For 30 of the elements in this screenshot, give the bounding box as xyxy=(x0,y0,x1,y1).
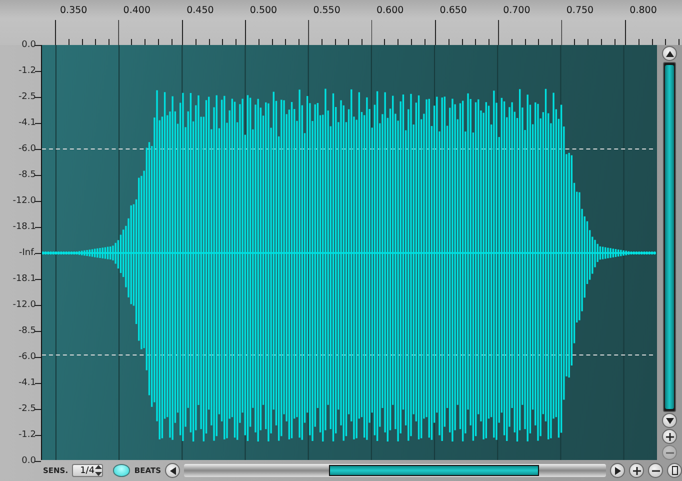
scroll-right-button[interactable] xyxy=(610,463,625,478)
time-label: 0.450 xyxy=(186,5,214,16)
time-label: 0.550 xyxy=(313,5,340,16)
left-arrow-icon xyxy=(170,466,176,474)
time-label: 0.400 xyxy=(123,5,150,16)
up-arrow-icon xyxy=(666,50,674,56)
time-label: 0.700 xyxy=(503,5,530,16)
time-label: 0.650 xyxy=(440,5,467,16)
plus-icon xyxy=(666,432,674,440)
right-arrow-icon xyxy=(614,466,620,474)
time-label: 0.500 xyxy=(250,5,278,16)
scroll-left-button[interactable] xyxy=(165,463,180,478)
sens-spinner[interactable]: 1/4 xyxy=(72,464,103,477)
down-arrow-icon xyxy=(666,418,674,424)
plus-icon xyxy=(632,466,640,474)
scroll-up-button[interactable] xyxy=(662,46,677,61)
scroll-down-button[interactable] xyxy=(662,413,677,428)
time-label: 0.600 xyxy=(376,5,404,16)
time-label: 0.800 xyxy=(630,5,657,16)
vertical-scrollbar[interactable] xyxy=(663,62,676,412)
horizontal-scrollbar[interactable] xyxy=(184,464,606,477)
time-label: 0.350 xyxy=(60,5,88,16)
bracket-icon xyxy=(672,466,678,475)
time-label: 0.750 xyxy=(566,5,594,16)
zoom-out-button[interactable] xyxy=(648,463,663,478)
zoom-in-button[interactable] xyxy=(662,429,677,444)
spinner-arrows-icon xyxy=(94,465,102,476)
beats-toggle[interactable] xyxy=(112,464,130,477)
zoom-fit-button[interactable] xyxy=(667,463,682,478)
zoom-in-button[interactable] xyxy=(629,463,644,478)
